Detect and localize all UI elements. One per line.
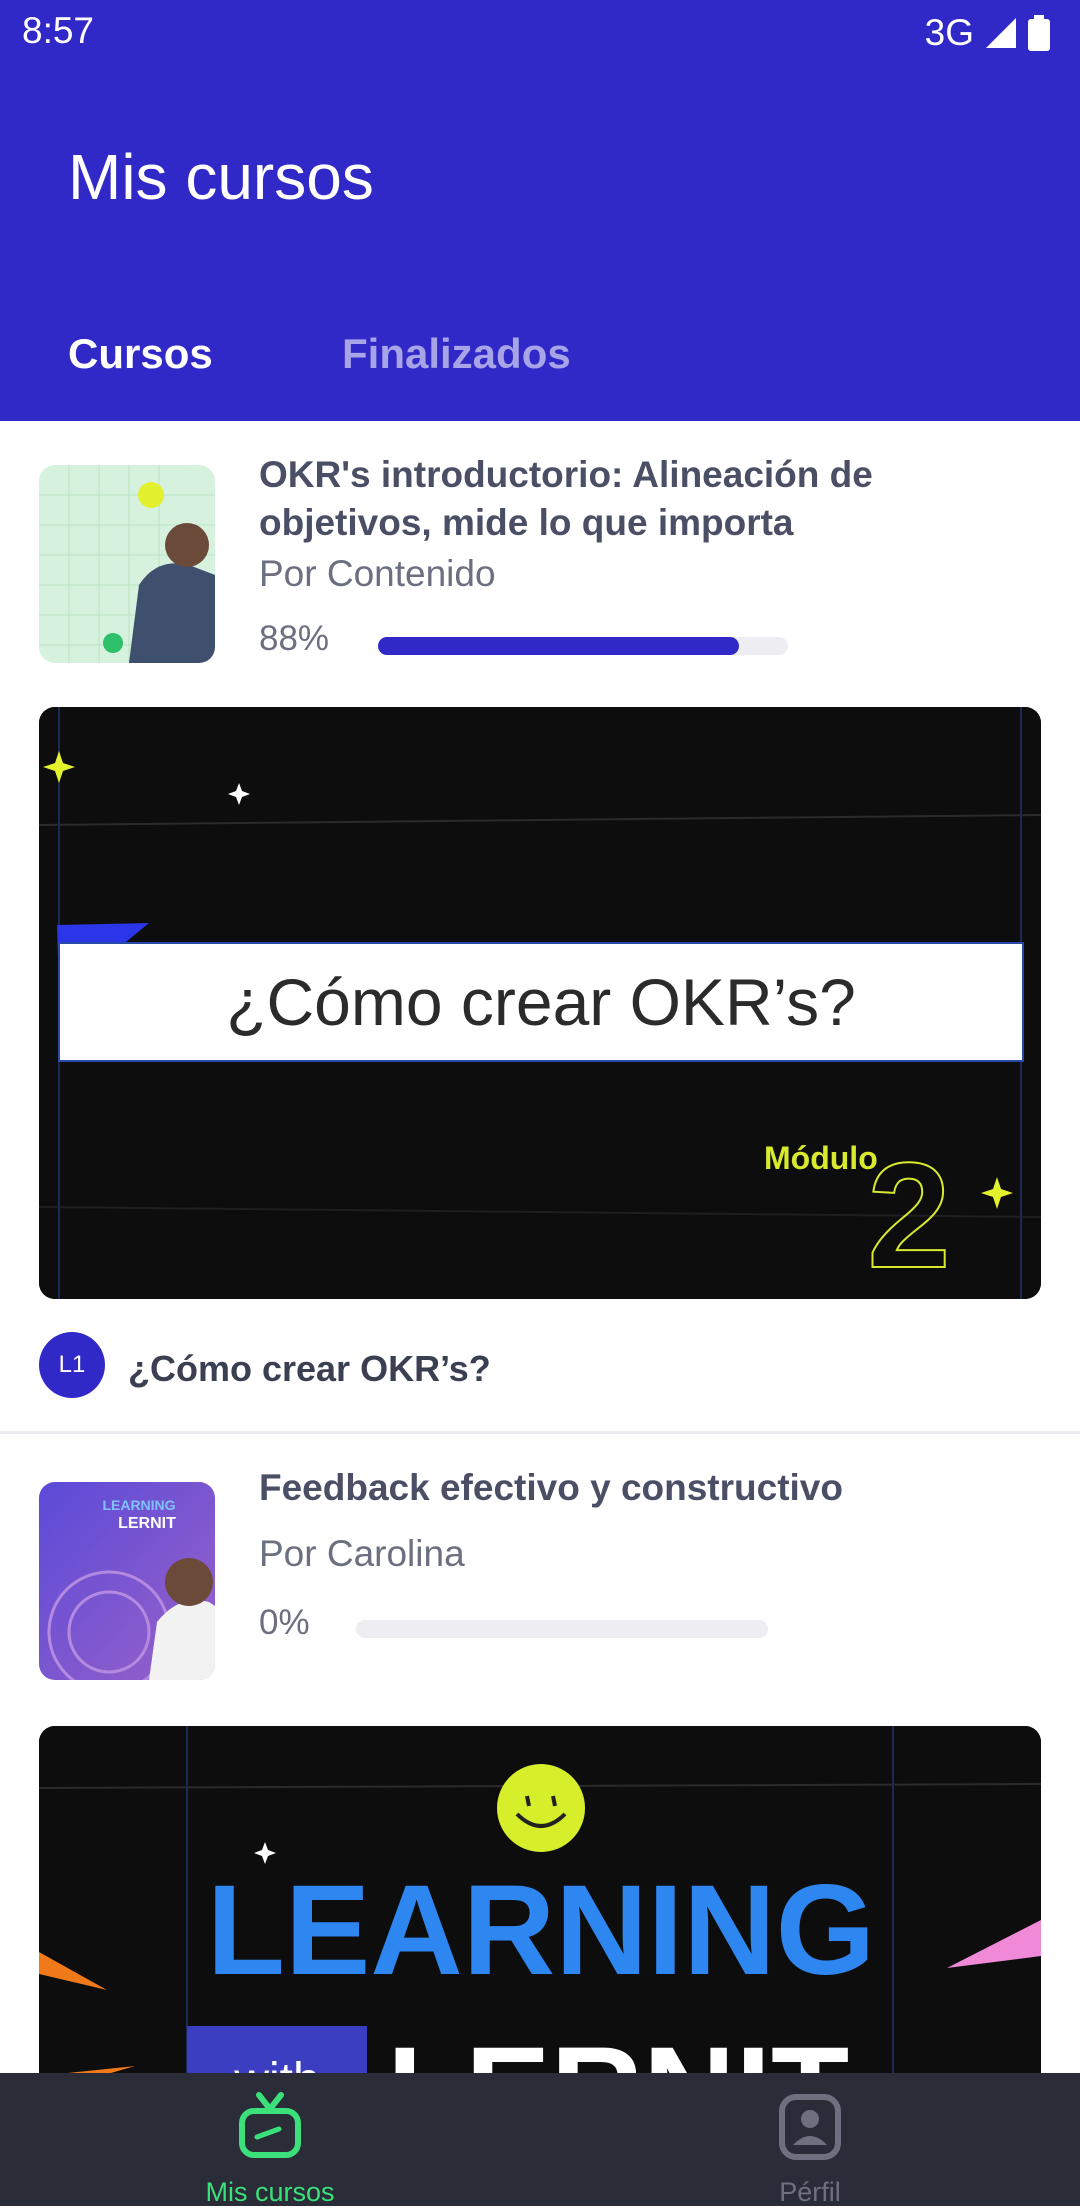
course-title[interactable]: Feedback efectivo y constructivo	[259, 1464, 1040, 1512]
banner-word-learning: LEARNING	[207, 1859, 875, 2002]
thumb-text-brand: LERNIT	[118, 1515, 176, 1532]
thumb-text-top: LEARNING	[102, 1497, 175, 1513]
course-banner[interactable]: ¿Cómo crear OKR’s? Módulo 2	[39, 707, 1041, 1299]
course-title[interactable]: OKR's introductorio: Alineación de objet…	[259, 451, 1040, 547]
tab-finalizados[interactable]: Finalizados	[342, 330, 571, 378]
progress-bar-fill	[378, 637, 739, 655]
banner-word-with: with	[233, 2054, 319, 2073]
signal-icon	[986, 18, 1016, 48]
page-title: Mis cursos	[68, 141, 374, 213]
course-list[interactable]: OKR's introductorio: Alineación de objet…	[0, 421, 1080, 2073]
course-author: Por Carolina	[259, 1533, 465, 1574]
bottom-navigation: Mis cursos Pérfil	[0, 2073, 1080, 2207]
banner-word-lernit: LERNIT	[387, 2021, 849, 2073]
nav-label: Mis cursos	[205, 2177, 335, 2207]
nav-item-mis-cursos[interactable]: Mis cursos	[0, 2073, 540, 2207]
lesson-badge: L1	[39, 1332, 105, 1398]
nav-label: Pérfil	[779, 2177, 841, 2207]
course-card[interactable]: LEARNING LERNIT Feedback efectivo y cons…	[0, 1434, 1080, 2073]
progress-bar	[378, 637, 788, 655]
tab-cursos[interactable]: Cursos	[68, 330, 213, 378]
smiley-icon	[497, 1764, 585, 1852]
profile-icon	[779, 2094, 841, 2160]
status-time: 8:57	[22, 10, 95, 51]
progress-bar	[356, 1620, 768, 1638]
course-thumbnail[interactable]	[39, 465, 215, 663]
progress-percent: 88%	[259, 619, 330, 658]
course-card[interactable]: OKR's introductorio: Alineación de objet…	[0, 421, 1080, 1434]
network-type: 3G	[924, 12, 974, 53]
banner-module-number: 2	[867, 1131, 950, 1299]
status-indicators: 3G	[925, 12, 1050, 54]
course-banner[interactable]: LEARNING with LERNIT	[39, 1726, 1041, 2073]
lesson-title[interactable]: ¿Cómo crear OKR’s?	[128, 1348, 491, 1390]
battery-icon	[1028, 15, 1050, 51]
app-header: 8:57 3G Mis cursos Cursos Finalizados	[0, 0, 1080, 421]
progress-percent: 0%	[259, 1603, 310, 1642]
course-thumbnail[interactable]: LEARNING LERNIT	[39, 1482, 215, 1680]
banner-module-label: Módulo	[764, 1140, 878, 1176]
tv-icon	[239, 2092, 301, 2158]
course-author: Por Contenido	[259, 553, 496, 594]
banner-heading: ¿Cómo crear OKR’s?	[226, 965, 856, 1039]
nav-item-perfil[interactable]: Pérfil	[540, 2073, 1080, 2207]
